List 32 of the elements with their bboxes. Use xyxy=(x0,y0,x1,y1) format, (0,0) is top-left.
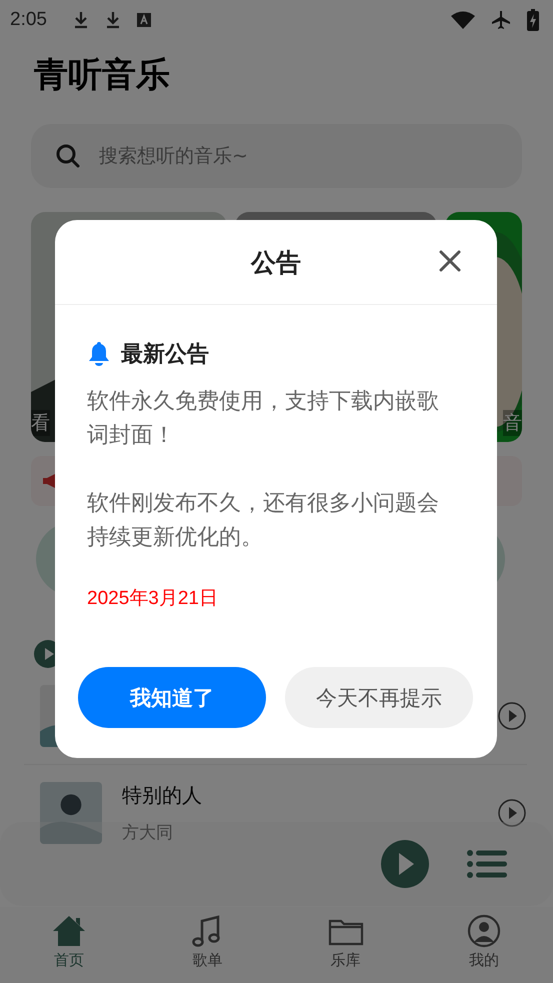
app-title: 青听音乐 xyxy=(34,54,171,97)
notice-text: 软件刚发布不久，还有很多小问题会持续更新优化的。 xyxy=(87,490,440,552)
font-icon xyxy=(136,13,151,27)
notice-text: 软件永久免费使用，支持下载内嵌歌词封面！ xyxy=(87,388,440,450)
status-time: 2:05 xyxy=(10,9,47,31)
confirm-button[interactable]: 我知道了 xyxy=(78,667,266,728)
play-circle-icon[interactable] xyxy=(497,798,527,828)
dialog-title: 公告 xyxy=(251,246,301,278)
nav-tab[interactable]: 首页 xyxy=(0,907,138,983)
notice-heading: 最新公告 xyxy=(121,341,209,369)
nav-tab[interactable]: 乐库 xyxy=(276,907,415,983)
user-icon xyxy=(466,913,502,949)
home-icon xyxy=(51,913,88,949)
wifi-icon xyxy=(451,11,475,29)
close-icon xyxy=(439,250,461,272)
bell-icon xyxy=(87,341,111,367)
playlist-icon[interactable] xyxy=(467,850,507,878)
play-button-icon[interactable] xyxy=(381,840,429,888)
song-artist: 方大同 xyxy=(122,822,174,844)
nav-tab[interactable]: 歌单 xyxy=(138,907,276,983)
search-field[interactable]: 搜索想听的音乐~ xyxy=(31,124,522,188)
notice-date: 2025年3月21日 xyxy=(87,587,219,611)
play-circle-icon[interactable] xyxy=(497,701,527,731)
download-icon xyxy=(72,11,89,29)
search-icon xyxy=(55,143,81,169)
download-icon xyxy=(104,11,121,29)
airplane-icon xyxy=(491,10,511,30)
nav-tab[interactable]: 我的 xyxy=(414,907,553,983)
dismiss-button[interactable]: 今天不再提示 xyxy=(285,667,473,728)
song-title: 特别的人 xyxy=(122,782,203,809)
battery-icon xyxy=(527,9,539,31)
close-button[interactable] xyxy=(439,250,461,272)
